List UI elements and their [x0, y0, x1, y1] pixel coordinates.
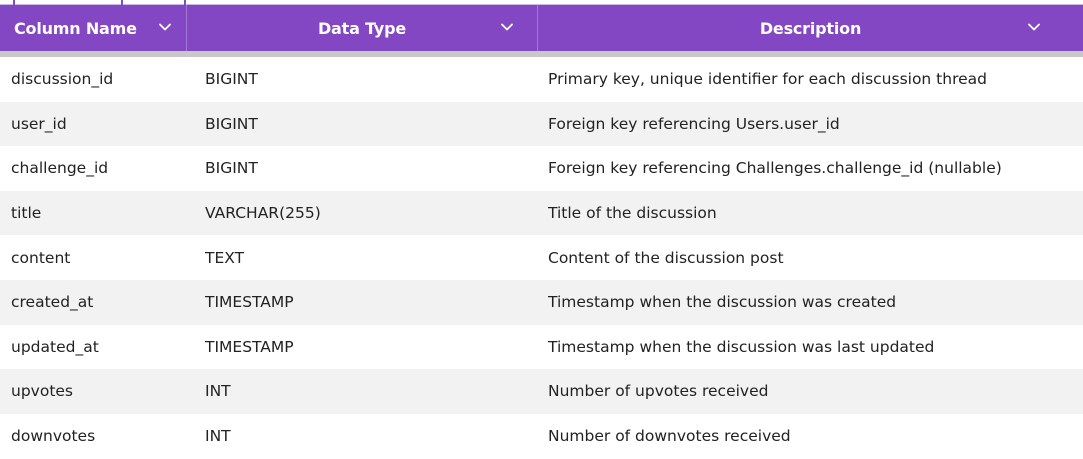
table-row[interactable]: user_id BIGINT Foreign key referencing U… [0, 101, 1083, 147]
table-row[interactable]: downvotes INT Number of downvotes receiv… [0, 413, 1083, 459]
description-cell: Timestamp when the discussion was create… [548, 293, 897, 312]
chevron-down-icon[interactable] [157, 19, 173, 35]
table-row[interactable]: challenge_id BIGINT Foreign key referenc… [0, 146, 1083, 191]
table-row[interactable]: discussion_id BIGINT Primary key, unique… [0, 57, 1083, 102]
column-name-cell: content [11, 248, 71, 267]
description-cell: Number of upvotes received [548, 382, 769, 401]
description-cell: Primary key, unique identifier for each … [548, 70, 987, 89]
column-header-label: Data Type [317, 18, 407, 38]
column-header-type[interactable]: Data Type [187, 5, 538, 51]
column-name-cell: challenge_id [11, 159, 109, 178]
table-header: Column Name Data Type Description [0, 5, 1083, 57]
data-type-cell: VARCHAR(255) [205, 204, 321, 223]
table-row[interactable]: updated_at TIMESTAMP Timestamp when the … [0, 324, 1083, 370]
data-type-cell: TIMESTAMP [205, 337, 294, 356]
column-name-cell: created_at [11, 293, 94, 312]
description-cell: Title of the discussion [548, 204, 717, 223]
data-type-cell: TIMESTAMP [205, 293, 294, 312]
table-row[interactable]: content TEXT Content of the discussion p… [0, 235, 1083, 280]
data-type-cell: BIGINT [205, 159, 258, 178]
description-cell: Foreign key referencing Challenges.chall… [548, 159, 1002, 178]
data-type-cell: INT [205, 382, 231, 401]
column-name-cell: user_id [11, 114, 67, 133]
table-row[interactable]: created_at TIMESTAMP Timestamp when the … [0, 279, 1083, 325]
chevron-down-icon[interactable] [1026, 19, 1042, 35]
data-type-cell: TEXT [205, 248, 245, 267]
chevron-down-icon[interactable] [499, 19, 515, 35]
column-name-cell: discussion_id [11, 70, 114, 89]
column-name-cell: downvotes [11, 427, 96, 446]
description-cell: Number of downvotes received [548, 427, 791, 446]
table-row[interactable]: upvotes INT Number of upvotes received [0, 369, 1083, 414]
column-name-cell: title [11, 204, 42, 223]
data-type-cell: BIGINT [205, 70, 258, 89]
table-body: discussion_id BIGINT Primary key, unique… [0, 57, 1083, 459]
data-type-cell: BIGINT [205, 114, 258, 133]
schema-table-view: Column Name Data Type Description discus… [0, 0, 1083, 459]
column-header-description[interactable]: Description [538, 5, 1083, 51]
data-type-cell: INT [205, 427, 231, 446]
table-row[interactable]: title VARCHAR(255) Title of the discussi… [0, 190, 1083, 236]
column-name-cell: updated_at [11, 337, 99, 356]
description-cell: Foreign key referencing Users.user_id [548, 114, 840, 133]
column-header-label: Description [759, 18, 862, 38]
column-header-name[interactable]: Column Name [0, 5, 187, 51]
description-cell: Timestamp when the discussion was last u… [548, 337, 935, 356]
column-header-label: Column Name [14, 18, 137, 38]
description-cell: Content of the discussion post [548, 248, 784, 267]
column-name-cell: upvotes [11, 382, 74, 401]
